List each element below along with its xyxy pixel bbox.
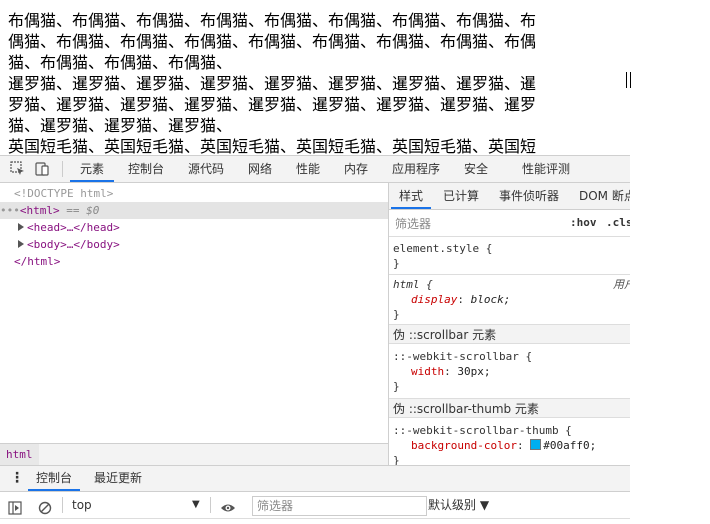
html-close-tag: </html>: [14, 255, 61, 268]
tree-body-node[interactable]: <body>…</body>: [0, 236, 406, 253]
tab-security[interactable]: 安全: [464, 156, 488, 182]
property-name[interactable]: width: [411, 365, 444, 378]
expand-arrow-icon[interactable]: [18, 240, 24, 248]
body-tag: <body>…</body>: [27, 238, 120, 251]
tab-network[interactable]: 网络: [248, 156, 272, 182]
page-viewport: 布偶猫、布偶猫、布偶猫、布偶猫、布偶猫、布偶猫、布偶猫、布偶猫、布偶猫、布偶猫、…: [0, 0, 630, 155]
html-open-tag: <html>: [19, 204, 60, 217]
tab-sources[interactable]: 源代码: [188, 156, 224, 182]
tree-html-close[interactable]: </html>: [0, 253, 402, 270]
page-scrollbar-gutter[interactable]: [626, 0, 710, 523]
scrollbar-thumb-selector: ::-webkit-scrollbar-thumb {: [393, 424, 572, 437]
hov-toggle-button[interactable]: :hov: [570, 210, 597, 236]
property-value[interactable]: #00aff0;: [543, 439, 596, 452]
pseudo-scrollbar-header: 伪 ::scrollbar 元素: [389, 324, 630, 344]
scrollbar-thumb-rule[interactable]: ::-webkit-scrollbar-thumb { background-c…: [389, 423, 630, 468]
tab-elements[interactable]: 元素: [70, 156, 115, 182]
tree-doctype[interactable]: <!DOCTYPE html>: [0, 185, 402, 202]
console-toolbar: top ▼ 默认级别 ▼: [0, 492, 630, 519]
element-style-selector: element.style {: [393, 242, 493, 255]
console-filter-input[interactable]: [252, 496, 427, 516]
property-value[interactable]: block;: [471, 293, 511, 306]
styles-filter-input[interactable]: [393, 214, 557, 234]
property-name[interactable]: display: [411, 293, 457, 306]
tab-memory[interactable]: 内存: [344, 156, 368, 182]
log-levels-dropdown[interactable]: 默认级别 ▼: [428, 492, 489, 518]
pseudo-scrollbar-thumb-header: 伪 ::scrollbar-thumb 元素: [389, 398, 630, 418]
property-name[interactable]: background-color: [411, 439, 517, 452]
tab-performance[interactable]: 性能: [296, 156, 320, 182]
toolbar-divider: [210, 497, 211, 513]
property-value[interactable]: 30px;: [457, 365, 490, 378]
styles-filter-row: :hov .cls: [389, 210, 630, 237]
element-style-rule[interactable]: element.style { }: [389, 241, 630, 271]
devtools-panel: 元素 控制台 源代码 网络 性能 内存 应用程序 安全 性能评测 <!DOCTY…: [0, 155, 630, 524]
head-tag: <head>…</head>: [27, 221, 120, 234]
scrollbar-selector: ::-webkit-scrollbar {: [393, 350, 533, 363]
tab-event-listeners[interactable]: 事件侦听器: [499, 183, 559, 209]
text-cursor-icon: [626, 72, 631, 88]
elements-tree: <!DOCTYPE html> •••<html> == $0 <head>…<…: [0, 183, 389, 443]
tab-console[interactable]: 控制台: [128, 156, 164, 182]
drawer-tab-whats-new[interactable]: 最近更新: [94, 466, 142, 491]
tree-html-node[interactable]: •••<html> == $0: [0, 202, 388, 219]
context-dropdown-icon[interactable]: ▼: [192, 492, 200, 518]
doctype-text: <!DOCTYPE html>: [14, 187, 114, 200]
paragraph-siamese: 暹罗猫、暹罗猫、暹罗猫、暹罗猫、暹罗猫、暹罗猫、暹罗猫、暹罗猫、暹罗猫、暹罗猫、…: [8, 74, 537, 135]
rule-close-brace: }: [393, 308, 400, 321]
breadcrumb-html[interactable]: html: [0, 444, 39, 466]
tab-dom-breakpoints[interactable]: DOM 断点: [579, 183, 630, 209]
tree-head-node[interactable]: <head>…</head>: [0, 219, 406, 236]
selected-marker: == $0: [66, 204, 100, 217]
tab-audits[interactable]: 性能评测: [522, 156, 570, 182]
color-swatch-icon[interactable]: [530, 439, 542, 450]
tab-styles[interactable]: 样式: [391, 183, 432, 209]
context-selector[interactable]: top: [72, 492, 92, 518]
paragraph-ragdoll: 布偶猫、布偶猫、布偶猫、布偶猫、布偶猫、布偶猫、布偶猫、布偶猫、布偶猫、布偶猫、…: [8, 11, 537, 72]
more-options-icon[interactable]: •••: [0, 204, 20, 217]
rule-origin: 用户代理样式表: [613, 278, 630, 291]
device-toolbar-icon[interactable]: [34, 161, 50, 177]
sidebar-toggle-icon[interactable]: [8, 498, 22, 515]
drawer-tab-console[interactable]: 控制台: [28, 466, 81, 491]
rule-close-brace: }: [393, 380, 400, 393]
styles-tab-bar: 样式 已计算 事件侦听器 DOM 断点: [389, 183, 630, 210]
drawer-menu-icon[interactable]: ⋮: [10, 466, 24, 491]
clear-console-icon[interactable]: [38, 498, 52, 515]
tab-application[interactable]: 应用程序: [392, 156, 440, 182]
scrollbar-rule[interactable]: ::-webkit-scrollbar { width: 30px; }: [389, 349, 630, 394]
breadcrumb: html: [0, 443, 389, 466]
live-expression-eye-icon[interactable]: [220, 498, 236, 512]
expand-arrow-icon[interactable]: [18, 223, 24, 231]
inspect-element-icon[interactable]: [10, 161, 26, 177]
rule-divider: [389, 274, 630, 275]
toolbar-divider: [62, 497, 63, 513]
toolbar-divider: [62, 161, 63, 177]
drawer-tab-bar: ⋮ 控制台 最近更新: [0, 465, 630, 492]
html-ua-rule[interactable]: html {用户代理样式表 display: block; }: [389, 277, 630, 322]
cls-toggle-button[interactable]: .cls: [606, 210, 630, 236]
styles-pane: 样式 已计算 事件侦听器 DOM 断点 :hov .cls element.st…: [389, 183, 630, 468]
rule-close-brace: }: [393, 257, 400, 270]
html-selector: html {: [393, 278, 433, 291]
page-content: 布偶猫、布偶猫、布偶猫、布偶猫、布偶猫、布偶猫、布偶猫、布偶猫、布偶猫、布偶猫、…: [8, 10, 538, 155]
paragraph-british-shorthair: 英国短毛猫、英国短毛猫、英国短毛猫、英国短毛猫、英国短毛猫、英国短毛猫: [8, 137, 537, 155]
tab-computed[interactable]: 已计算: [443, 183, 479, 209]
devtools-tab-bar: 元素 控制台 源代码 网络 性能 内存 应用程序 安全 性能评测: [0, 156, 630, 183]
